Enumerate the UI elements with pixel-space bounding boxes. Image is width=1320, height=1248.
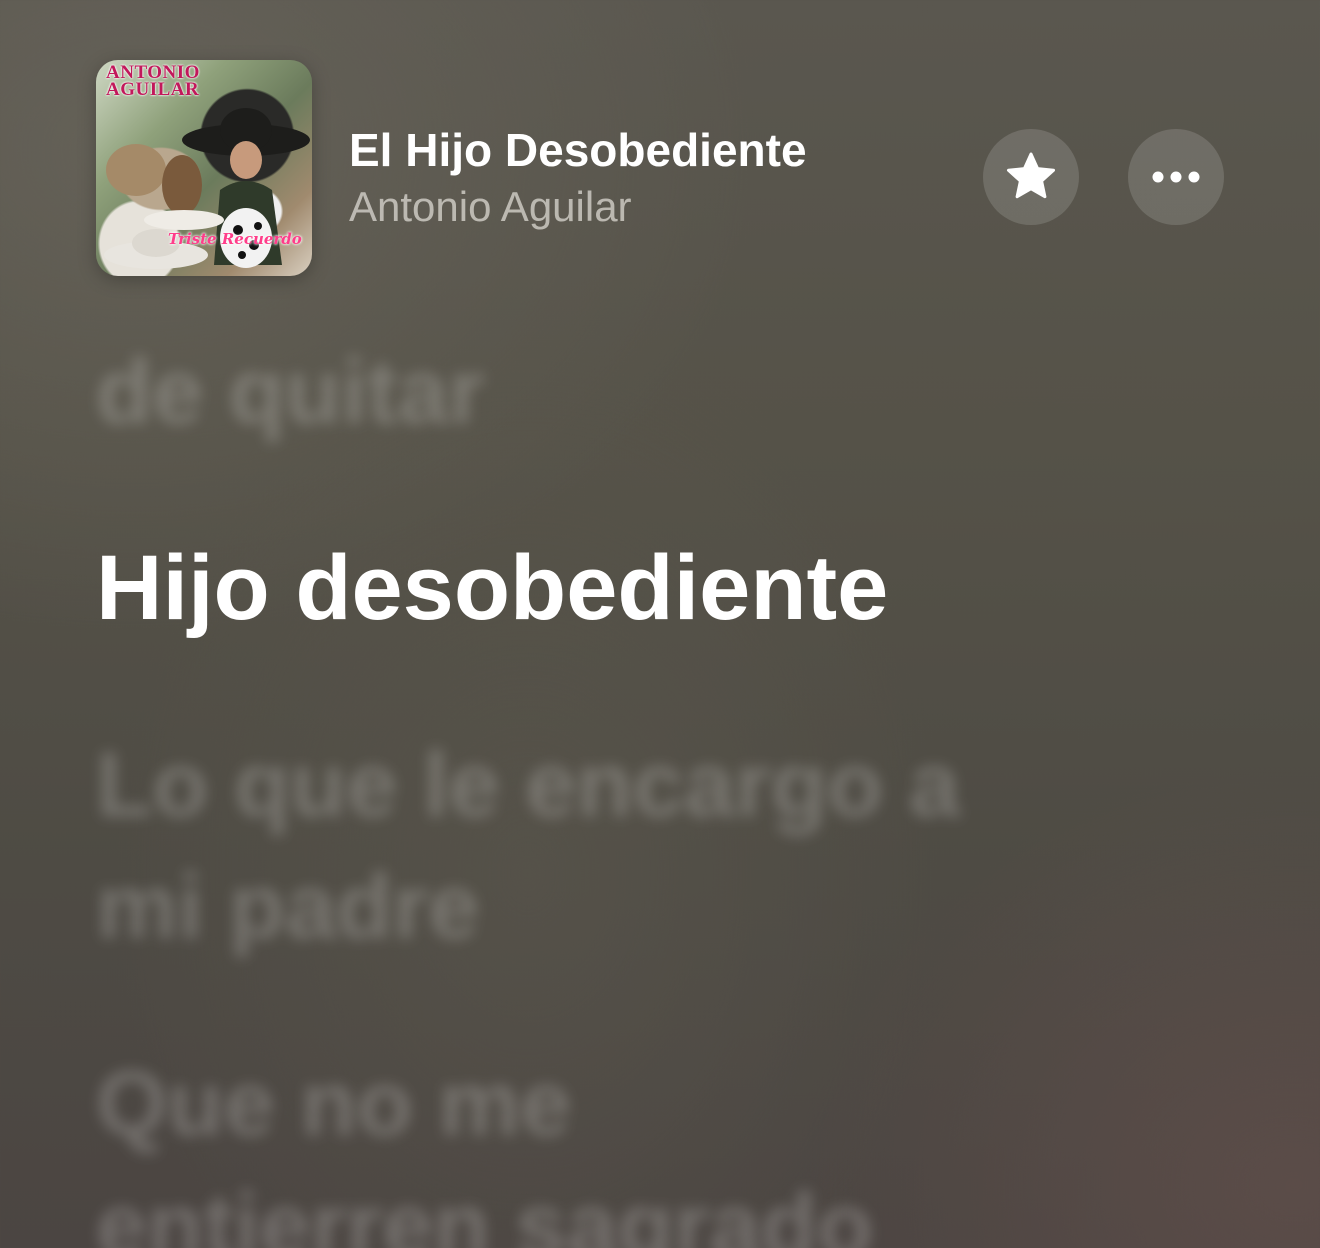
now-playing-header: ANTONIO AGUILAR Triste Recuerdo El Hijo … — [0, 0, 1320, 300]
lyric-line-previous[interactable]: de quitar — [96, 331, 484, 453]
star-icon — [1007, 152, 1055, 199]
artwork-tagline: Triste Recuerdo — [168, 230, 302, 248]
favorite-button[interactable] — [983, 129, 1079, 225]
artist-name[interactable]: Antonio Aguilar — [349, 181, 632, 233]
lyric-line-current[interactable]: Hijo desobediente — [96, 527, 888, 649]
artwork-brand-text: ANTONIO AGUILAR — [106, 62, 200, 100]
lyric-line-next-1[interactable]: Lo que le encargo a — [96, 724, 960, 846]
lyric-line-next-4[interactable]: entierren sagrado — [96, 1165, 873, 1248]
lyrics-view[interactable]: de quitar Hijo desobediente Lo que le en… — [96, 330, 1146, 1248]
lyric-line-next-3[interactable]: Que no me — [96, 1043, 571, 1165]
song-title: El Hijo Desobediente — [349, 124, 807, 176]
ellipsis-icon — [1152, 171, 1200, 183]
more-options-button[interactable] — [1128, 129, 1224, 225]
lyric-line-next-2[interactable]: mi padre — [96, 846, 479, 968]
album-artwork[interactable]: ANTONIO AGUILAR Triste Recuerdo — [96, 60, 312, 276]
